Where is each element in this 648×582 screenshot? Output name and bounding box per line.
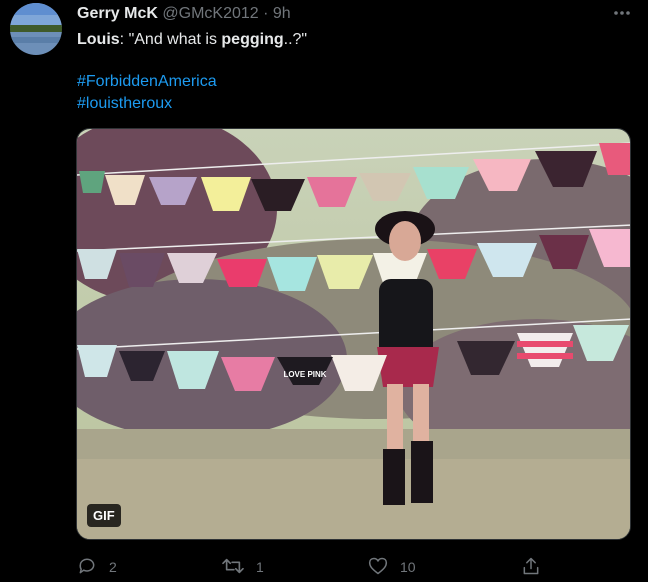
tweet-media-gif[interactable]: LOVE PINK GIF [76, 128, 631, 540]
gif-badge: GIF [87, 504, 121, 527]
more-dots-icon[interactable] [608, 3, 636, 23]
like-count: 10 [400, 559, 416, 575]
tweet-text: Louis: "And what is pegging..?" [77, 29, 617, 50]
share-icon [521, 556, 541, 579]
retweet-button[interactable]: 1 [222, 555, 264, 579]
avatar[interactable] [10, 3, 62, 55]
reply-button[interactable]: 2 [77, 555, 117, 579]
tweet-text-quote-start: : "And what is [119, 31, 222, 48]
author-name[interactable]: Gerry McK [77, 5, 158, 22]
author-handle[interactable]: @GMcK2012 [162, 5, 258, 22]
media-caption-text: LOVE PINK [283, 370, 326, 379]
retweet-count: 1 [256, 559, 264, 575]
hashtag-link[interactable]: #louistheroux [77, 93, 172, 114]
gif-frame-illustration: LOVE PINK [77, 129, 630, 539]
tweet-time[interactable]: 9h [273, 5, 291, 22]
hashtag-link[interactable]: #ForbiddenAmerica [77, 71, 217, 92]
tweet-action-bar: 2 1 10 [0, 555, 648, 579]
tweet-header: Gerry McK @GMcK2012 · 9h [77, 4, 291, 24]
tweet-text-quote-end: ..?" [283, 31, 308, 48]
reply-count: 2 [109, 559, 117, 575]
share-button[interactable] [521, 555, 541, 579]
tweet-text-speaker: Louis [77, 31, 120, 48]
reply-icon [77, 556, 97, 579]
meta-separator: · [263, 5, 269, 22]
retweet-icon [222, 556, 244, 579]
like-button[interactable]: 10 [368, 555, 416, 579]
tweet-text-bold-word: pegging [221, 31, 284, 48]
heart-icon [368, 556, 388, 579]
